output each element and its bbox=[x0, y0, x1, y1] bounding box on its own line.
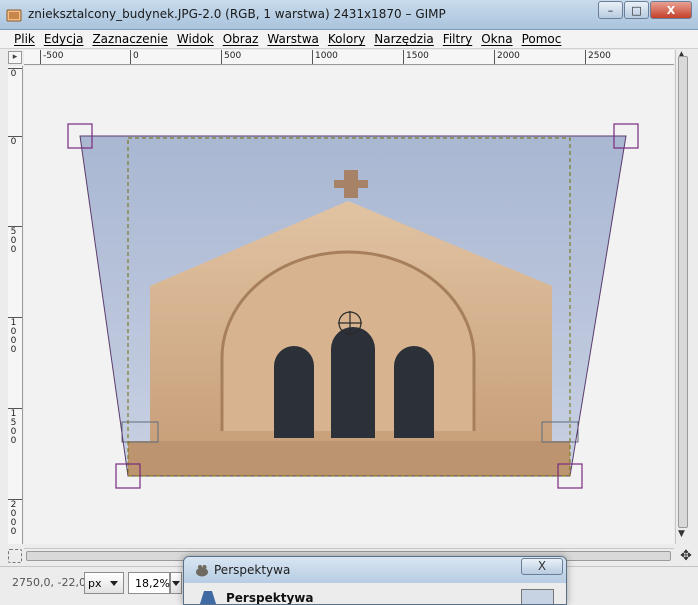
navigate-icon[interactable]: ✥ bbox=[678, 548, 694, 564]
menu-narzedzia[interactable]: Narzędzia bbox=[370, 32, 438, 46]
zoom-field[interactable]: 18,2% bbox=[128, 572, 170, 594]
menu-warstwa[interactable]: Warstwa bbox=[263, 32, 323, 46]
title-bar[interactable]: znieksztalcony_budynek.JPG-2.0 (RGB, 1 w… bbox=[0, 0, 698, 30]
perspective-dialog[interactable]: Perspektywa X Perspektywa bbox=[183, 556, 567, 605]
horizontal-ruler[interactable]: -500 0 500 1000 1500 2000 2500 bbox=[24, 50, 674, 65]
ruler-tick bbox=[494, 50, 495, 64]
dialog-body: Perspektywa bbox=[184, 583, 566, 605]
image-canvas[interactable] bbox=[24, 66, 674, 544]
menu-bar: Plik Edycja Zaznaczenie Widok Obraz Wars… bbox=[0, 30, 698, 49]
gimp-app-icon bbox=[6, 9, 22, 22]
gimp-wilber-icon bbox=[196, 565, 208, 577]
menu-widok[interactable]: Widok bbox=[173, 32, 218, 46]
ruler-label: 1500 bbox=[406, 51, 429, 61]
ruler-label: 2000 bbox=[10, 500, 17, 537]
zoom-dropdown-button[interactable] bbox=[170, 572, 182, 594]
ruler-label: -500 bbox=[43, 51, 64, 61]
transformed-image bbox=[80, 136, 626, 476]
minimize-button[interactable]: – bbox=[598, 1, 623, 19]
gimp-window: znieksztalcony_budynek.JPG-2.0 (RGB, 1 w… bbox=[0, 0, 698, 605]
image-menu-button[interactable]: ▸ bbox=[8, 51, 22, 64]
menu-filtry[interactable]: Filtry bbox=[439, 32, 476, 46]
perspective-tool-icon bbox=[199, 591, 217, 604]
menu-zaznaczenie[interactable]: Zaznaczenie bbox=[88, 32, 171, 46]
pointer-coordinates: 2750,0, -22,0 bbox=[12, 576, 86, 589]
ruler-tick bbox=[221, 50, 222, 64]
ruler-label: 500 bbox=[224, 51, 242, 61]
maximize-button[interactable]: □ bbox=[624, 1, 649, 19]
image-thumbnail bbox=[521, 589, 554, 604]
menu-pomoc[interactable]: Pomoc bbox=[518, 32, 566, 46]
close-button[interactable]: X bbox=[650, 1, 692, 19]
ruler-label: 1000 bbox=[10, 318, 17, 355]
vertical-scroll-thumb[interactable] bbox=[678, 56, 688, 528]
ruler-label: 1000 bbox=[315, 51, 338, 61]
menu-okna[interactable]: Okna bbox=[477, 32, 516, 46]
ruler-label: 0 bbox=[10, 137, 17, 147]
ruler-tick bbox=[40, 50, 41, 64]
chevron-down-icon bbox=[172, 581, 180, 586]
vertical-ruler[interactable]: 0 0 500 1000 1500 2000 bbox=[8, 66, 23, 544]
menu-edycja[interactable]: Edycja bbox=[40, 32, 88, 46]
quick-mask-toggle[interactable] bbox=[8, 549, 22, 563]
zoom-value: 18,2% bbox=[135, 577, 170, 590]
vertical-scrollbar[interactable]: ▲ ▼ bbox=[675, 50, 690, 544]
chevron-down-icon bbox=[110, 581, 118, 586]
menu-plik[interactable]: Plik bbox=[10, 32, 39, 46]
unit-value: px bbox=[88, 577, 102, 590]
dialog-heading: Perspektywa bbox=[226, 591, 314, 605]
dialog-title: Perspektywa bbox=[214, 563, 291, 577]
ruler-label: 2000 bbox=[497, 51, 520, 61]
unit-select[interactable]: px bbox=[84, 572, 124, 594]
ruler-label: 0 bbox=[133, 51, 139, 61]
ruler-tick bbox=[585, 50, 586, 64]
window-title: znieksztalcony_budynek.JPG-2.0 (RGB, 1 w… bbox=[28, 7, 446, 21]
menu-obraz[interactable]: Obraz bbox=[219, 32, 263, 46]
ruler-tick bbox=[403, 50, 404, 64]
dialog-title-bar[interactable]: Perspektywa X bbox=[184, 557, 566, 583]
scroll-down-icon[interactable]: ▼ bbox=[678, 529, 685, 539]
ruler-label: 500 bbox=[10, 227, 17, 255]
perspective-preview[interactable] bbox=[24, 66, 674, 544]
ruler-label: 2500 bbox=[588, 51, 611, 61]
dialog-close-button[interactable]: X bbox=[521, 558, 563, 575]
menu-kolory[interactable]: Kolory bbox=[324, 32, 369, 46]
ruler-tick bbox=[130, 50, 131, 64]
ruler-label: 0 bbox=[10, 69, 17, 79]
ruler-label: 1500 bbox=[10, 409, 17, 446]
ruler-tick bbox=[312, 50, 313, 64]
